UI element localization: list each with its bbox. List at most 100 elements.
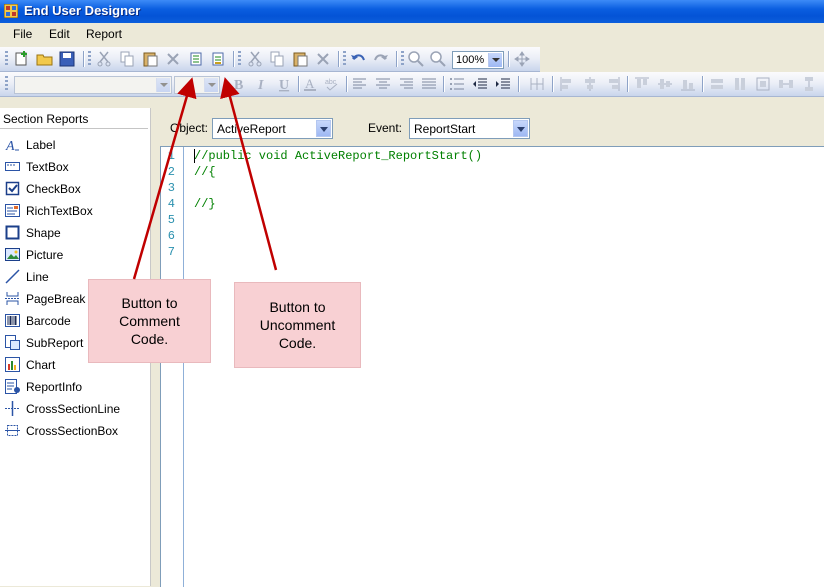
toolbox-item-label-text: RichTextBox [26, 204, 93, 218]
pagebreak-icon [5, 292, 20, 305]
outdent-icon[interactable] [471, 75, 489, 93]
comment-callout: Button to Comment Code. [88, 279, 211, 363]
toolbar-grip[interactable] [5, 51, 8, 67]
toolbar-separator [83, 51, 84, 67]
vertical-spacing-icon[interactable] [800, 75, 818, 93]
copy-icon[interactable] [118, 50, 136, 68]
comment-code-icon[interactable] [187, 50, 205, 68]
reportinfo-icon [5, 379, 20, 394]
same-height-icon[interactable] [731, 75, 749, 93]
bullets-icon[interactable] [448, 75, 466, 93]
toolbox-item-crosssectionline[interactable]: CrossSectionLine [0, 398, 148, 420]
toolbar-grip[interactable] [238, 51, 241, 67]
toolbox-header-label: Section Reports [3, 112, 89, 126]
window-title: End User Designer [24, 3, 141, 18]
app-icon [4, 4, 18, 18]
formatting-toolbar: B I U A abc [0, 72, 824, 97]
toolbox-item-label-text: Picture [26, 248, 64, 262]
justify-icon[interactable] [420, 75, 438, 93]
cut-icon[interactable] [95, 50, 113, 68]
redo-icon[interactable] [372, 50, 390, 68]
align-tops-icon[interactable] [633, 75, 651, 93]
chevron-down-icon[interactable] [204, 78, 218, 92]
toolbar-grip[interactable] [88, 51, 91, 67]
toolbox-item-reportinfo[interactable]: ReportInfo [0, 376, 148, 398]
save-icon[interactable] [58, 50, 76, 68]
menu-file[interactable]: File [13, 27, 32, 41]
toolbox-item-label-text: CrossSectionBox [26, 424, 119, 438]
align-rights-icon[interactable] [604, 75, 622, 93]
crosssectionline-icon [5, 401, 20, 416]
svg-text:A: A [5, 139, 15, 152]
delete-icon[interactable] [164, 50, 182, 68]
toolbox-header[interactable]: Section Reports [0, 108, 148, 129]
toolbox-item-richtextbox[interactable]: RichTextBox [0, 200, 148, 222]
toolbox-item-label-text: Chart [26, 358, 56, 372]
uncomment-code-icon[interactable] [209, 50, 227, 68]
align-to-grid-icon[interactable] [528, 75, 546, 93]
toolbox-item-crosssectionbox[interactable]: CrossSectionBox [0, 420, 148, 442]
open-folder-icon[interactable] [36, 50, 54, 68]
chevron-down-icon[interactable] [513, 120, 528, 137]
chevron-down-icon[interactable] [488, 53, 502, 67]
bold-icon[interactable]: B [230, 75, 248, 93]
toolbox-item-checkbox[interactable]: CheckBox [0, 178, 148, 200]
toolbox-item-label-text: Label [26, 138, 56, 152]
underline-icon[interactable]: U [276, 75, 294, 93]
spelling-icon[interactable]: abc [324, 75, 342, 93]
toolbox-item-label-text: SubReport [26, 336, 84, 350]
cut-icon[interactable] [246, 50, 264, 68]
horizontal-spacing-icon[interactable] [777, 75, 795, 93]
line-number: 7 [167, 245, 175, 259]
zoom-in-icon[interactable] [407, 50, 425, 68]
font-color-icon[interactable]: A [302, 75, 320, 93]
font-name-select[interactable] [14, 76, 172, 94]
toolbar-grip[interactable] [343, 51, 346, 67]
toolbox-item-shape[interactable]: Shape [0, 222, 148, 244]
toolbox-item-label-text: CheckBox [26, 182, 81, 196]
menu-edit[interactable]: Edit [49, 27, 70, 41]
toolbar-grip[interactable] [5, 76, 8, 92]
line-number: 6 [167, 229, 175, 243]
toolbox-item-picture[interactable]: Picture [0, 244, 148, 266]
paste-icon[interactable] [141, 50, 159, 68]
zoom-value: 100% [456, 54, 485, 66]
code-line: //public void ActiveReport_ReportStart() [194, 149, 483, 163]
new-report-icon[interactable] [13, 50, 31, 68]
align-bottoms-icon[interactable] [679, 75, 697, 93]
copy-icon[interactable] [268, 50, 286, 68]
toolbox-item-label[interactable]: A Label [0, 134, 148, 156]
chevron-down-icon[interactable] [156, 78, 170, 92]
zoom-out-icon[interactable] [429, 50, 447, 68]
standard-toolbar: 100% [0, 47, 540, 72]
align-centers-icon[interactable] [581, 75, 599, 93]
same-width-icon[interactable] [708, 75, 726, 93]
line-icon [5, 269, 20, 284]
align-center-icon[interactable] [374, 75, 392, 93]
undo-icon[interactable] [349, 50, 367, 68]
fit-page-icon[interactable] [513, 50, 531, 68]
event-select[interactable]: ReportStart [409, 118, 530, 139]
toolbox-item-label-text: TextBox [26, 160, 69, 174]
svg-text:U: U [279, 78, 289, 93]
title-bar[interactable]: End User Designer [0, 0, 824, 23]
chevron-down-icon[interactable] [316, 120, 331, 137]
font-size-select[interactable] [174, 76, 220, 94]
align-middles-icon[interactable] [656, 75, 674, 93]
indent-icon[interactable] [494, 75, 512, 93]
toolbox-item-textbox[interactable]: TextBox [0, 156, 148, 178]
align-left-icon[interactable] [351, 75, 369, 93]
delete-icon[interactable] [314, 50, 332, 68]
same-size-icon[interactable] [754, 75, 772, 93]
italic-icon[interactable]: I [253, 75, 271, 93]
zoom-select[interactable]: 100% [452, 51, 504, 69]
align-lefts-icon[interactable] [558, 75, 576, 93]
align-right-icon[interactable] [397, 75, 415, 93]
toolbar-grip[interactable] [401, 51, 404, 67]
svg-text:B: B [234, 78, 243, 93]
menu-report[interactable]: Report [86, 27, 122, 41]
toolbar-separator [346, 76, 347, 92]
object-select[interactable]: ActiveReport [212, 118, 333, 139]
paste-icon[interactable] [291, 50, 309, 68]
line-number: 4 [167, 197, 175, 211]
